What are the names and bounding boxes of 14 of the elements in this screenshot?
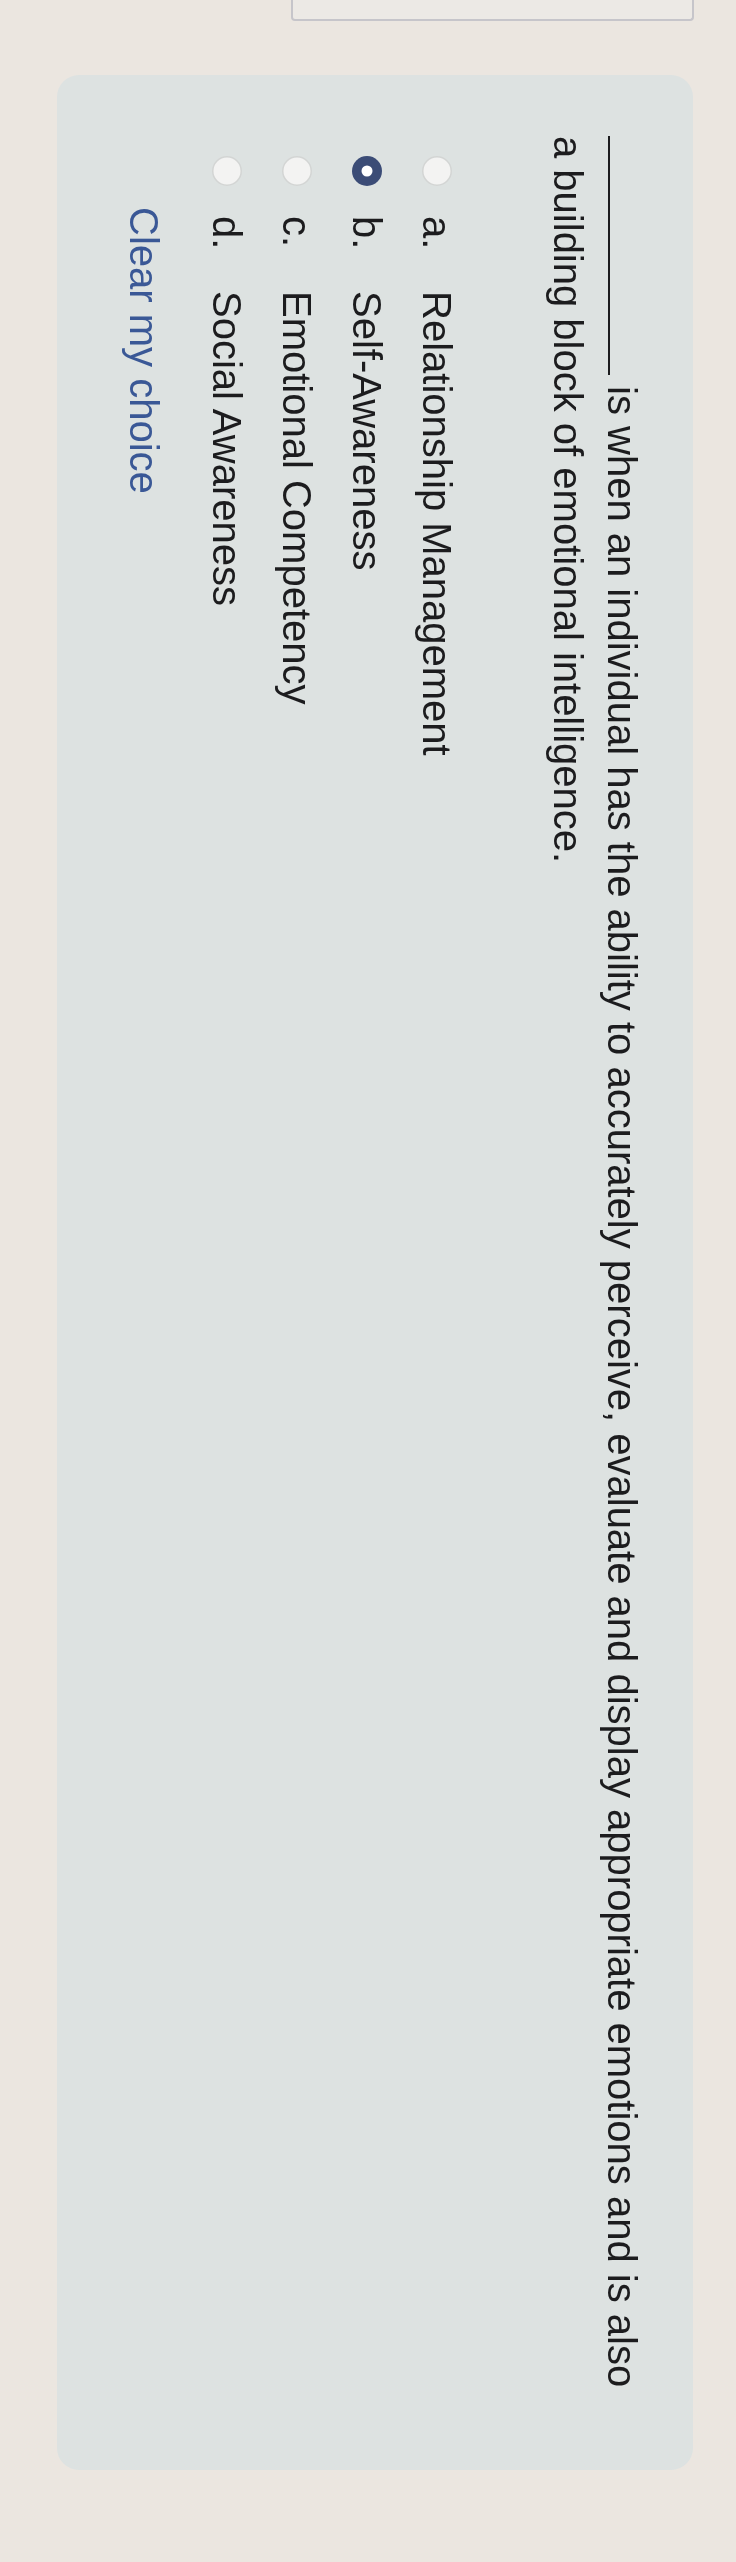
option-letter: c. bbox=[275, 216, 319, 248]
question-text: is when an individual has the ability to accurately perceive, evaluate and display appropriate emotions and is also a building block of emotional intelligence. bbox=[545, 136, 645, 2390]
clear-choice-link[interactable]: Clear my choice bbox=[117, 207, 171, 494]
radio-button[interactable] bbox=[282, 156, 312, 186]
option-label: Self-Awareness bbox=[344, 291, 390, 571]
option-letter: b. bbox=[345, 216, 389, 250]
option-label: Social Awareness bbox=[204, 291, 250, 606]
radio-button[interactable] bbox=[212, 156, 242, 186]
option-label: Emotional Competency bbox=[274, 291, 320, 705]
option-letter: d. bbox=[205, 216, 249, 250]
radio-button[interactable] bbox=[352, 156, 382, 186]
radio-button[interactable] bbox=[422, 156, 452, 186]
option-label: Relationship Management bbox=[414, 291, 460, 756]
option-letter: a. bbox=[415, 216, 459, 250]
